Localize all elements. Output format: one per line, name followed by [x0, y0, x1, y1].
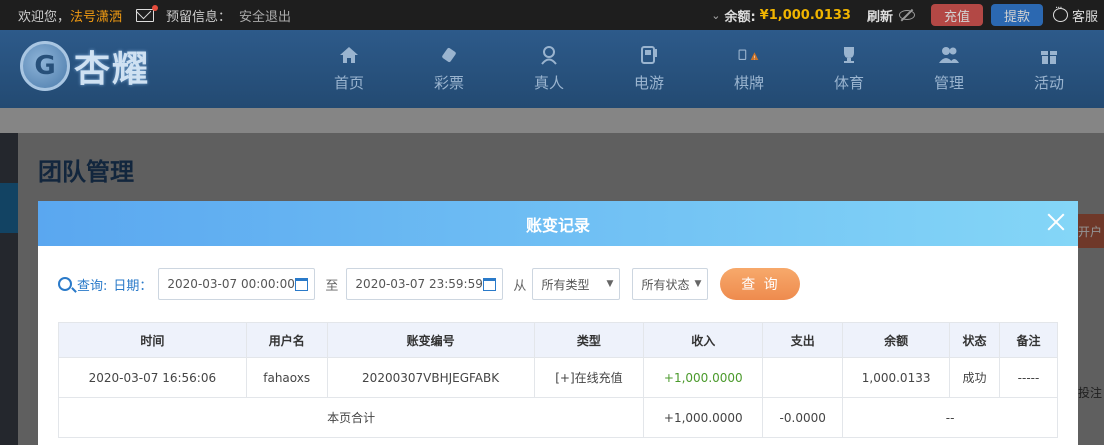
users-icon	[938, 44, 960, 66]
status-select[interactable]: 所有状态 ▼	[632, 268, 709, 300]
start-date-value: 2020-03-07 00:00:00	[167, 277, 295, 291]
chevron-down-icon[interactable]: ⌄	[711, 9, 720, 22]
nav-label: 活动	[1033, 74, 1064, 92]
top-bar: 欢迎您， 法号潇洒 预留信息： 安全退出 ⌄ 余额: ¥1,000.0133 刷…	[0, 0, 1104, 30]
username[interactable]: 法号潇洒	[70, 6, 122, 25]
mail-icon[interactable]	[136, 4, 159, 22]
nav-item-sports[interactable]: 体育	[809, 30, 889, 108]
logo-emblem-icon: G	[20, 41, 70, 91]
summary-income: +1,000.0000	[643, 397, 764, 438]
cell-time: 2020-03-07 16:56:06	[58, 357, 247, 398]
logo[interactable]: G 杏耀	[20, 40, 150, 92]
modal-header: 账变记录	[38, 201, 1078, 246]
end-date-input[interactable]: 2020-03-07 23:59:59	[346, 268, 504, 300]
balance-value: ¥1,000.0133	[759, 7, 851, 23]
type-select[interactable]: 所有类型 ▼	[532, 268, 621, 300]
nav-label: 彩票	[433, 74, 464, 92]
gift-icon	[1038, 44, 1060, 66]
column-header: 备注	[999, 322, 1058, 358]
recharge-button[interactable]: 充值	[930, 4, 983, 26]
welcome-text: 欢迎您，	[18, 9, 71, 25]
slot-game-icon	[638, 44, 660, 66]
cell-username: fahaoxs	[245, 357, 328, 398]
nav-item-manage[interactable]: 管理	[909, 30, 989, 108]
cell-balance: 1,000.0133	[842, 357, 951, 398]
nav-item-home[interactable]: 首页	[309, 30, 389, 108]
nav-item-lottery[interactable]: 彩票	[409, 30, 489, 108]
search-icon	[58, 277, 72, 291]
refresh-button[interactable]: 刷新	[867, 6, 893, 25]
nav-item-activity[interactable]: 活动	[1009, 30, 1089, 108]
column-header: 收入	[643, 322, 764, 358]
nav-item-slots[interactable]: 电游	[609, 30, 689, 108]
chat-bubble-icon	[1052, 3, 1068, 22]
cell-transaction-id: 20200307VBHJEGFABK	[326, 357, 535, 398]
nav-label: 电游	[633, 74, 664, 92]
type-select-value: 所有类型	[541, 277, 590, 292]
notice-link[interactable]: 预留信息：	[166, 6, 231, 25]
customer-service-label: 客服	[1071, 9, 1098, 25]
summary-rest: --	[842, 397, 1058, 438]
transaction-records-modal: 账变记录 查询: 日期： 2020-03-07 00:00:00 至 2020-…	[38, 201, 1078, 445]
filter-bar: 查询: 日期： 2020-03-07 00:00:00 至 2020-03-07…	[58, 268, 801, 300]
lottery-icon	[438, 44, 460, 66]
cell-type: [+]在线充值	[533, 357, 645, 398]
home-icon	[338, 44, 360, 66]
nav-item-live[interactable]: 真人	[509, 30, 589, 108]
query-button[interactable]: 查 询	[720, 268, 801, 300]
chevron-down-icon: ▼	[694, 279, 702, 289]
nav-label: 管理	[933, 74, 964, 92]
column-header: 账变编号	[326, 322, 535, 358]
chevron-down-icon: ▼	[606, 279, 614, 289]
live-dealer-icon	[538, 44, 560, 66]
balance-label: 余额:	[724, 9, 756, 25]
from-label: 从	[513, 278, 527, 294]
eye-hidden-icon[interactable]	[898, 10, 915, 20]
nav-item-cards[interactable]: ! 棋牌	[709, 30, 789, 108]
table-header-row: 时间 用户名 账变编号 类型 收入 支出 余额 状态 备注	[58, 322, 1058, 358]
logout-link[interactable]: 安全退出	[239, 6, 291, 25]
cell-expense	[762, 357, 844, 398]
table-row: 2020-03-07 16:56:06 fahaoxs 20200307VBHJ…	[58, 357, 1058, 398]
cell-income: +1,000.0000	[643, 357, 764, 398]
main-nav: G 杏耀 首页 彩票 真人 电游 ! 棋牌 体育 管理 活动	[0, 30, 1104, 108]
transactions-table: 时间 用户名 账变编号 类型 收入 支出 余额 状态 备注 2020-03-07…	[57, 322, 1058, 438]
modal-title: 账变记录	[525, 215, 590, 235]
calendar-icon[interactable]	[295, 277, 309, 291]
end-date-value: 2020-03-07 23:59:59	[355, 277, 483, 291]
svg-text:!: !	[754, 55, 756, 61]
column-header: 类型	[533, 322, 645, 358]
query-label: 查询:	[77, 278, 108, 294]
summary-expense: -0.0000	[762, 397, 844, 438]
column-header: 用户名	[245, 322, 328, 358]
date-label: 日期：	[113, 278, 153, 294]
cell-remark: -----	[999, 357, 1058, 398]
summary-label: 本页合计	[57, 397, 645, 438]
column-header: 余额	[842, 322, 951, 358]
cell-status: 成功	[949, 357, 1001, 398]
calendar-icon[interactable]	[483, 277, 497, 291]
trophy-icon	[838, 44, 860, 66]
withdraw-button[interactable]: 提款	[990, 4, 1043, 26]
start-date-input[interactable]: 2020-03-07 00:00:00	[158, 268, 316, 300]
nav-label: 首页	[333, 74, 364, 92]
close-icon[interactable]	[1046, 212, 1066, 232]
status-select-value: 所有状态	[641, 277, 690, 292]
column-header: 状态	[949, 322, 1001, 358]
column-header: 支出	[762, 322, 844, 358]
sub-bar	[0, 108, 1104, 133]
column-header: 时间	[58, 322, 247, 358]
unread-dot	[152, 4, 159, 11]
logo-text: 杏耀	[74, 49, 151, 90]
nav-label: 真人	[533, 74, 564, 92]
to-label: 至	[325, 278, 339, 294]
customer-service-button[interactable]: 客服	[1052, 3, 1098, 25]
nav-label: 棋牌	[733, 74, 764, 92]
summary-row: 本页合计 +1,000.0000 -0.0000 --	[57, 397, 1058, 438]
cards-icon: !	[738, 44, 760, 66]
nav-label: 体育	[833, 74, 864, 92]
